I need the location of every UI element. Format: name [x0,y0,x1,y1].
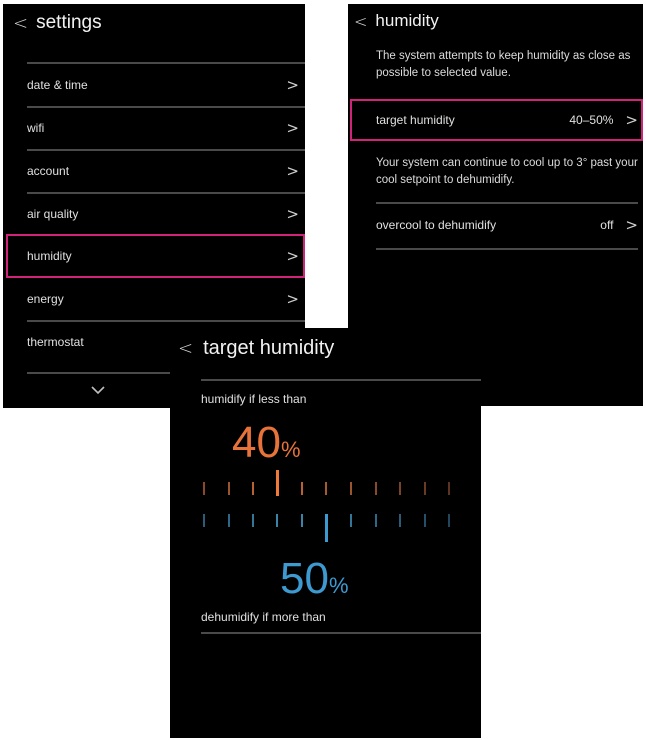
divider [201,632,481,634]
divider [27,320,305,322]
item-label: air quality [27,207,79,221]
overcool-row[interactable]: overcool to dehumidify off > [376,207,638,243]
humidify-tick [203,482,205,495]
row-label: target humidity [376,113,455,127]
dehumidify-value: 50 [280,554,329,603]
dehumidify-label: dehumidify if more than [201,610,326,624]
humidify-tick [448,482,450,495]
dehumidify-tick [375,514,377,527]
back-chevron-icon[interactable]: < [354,12,367,31]
humidify-tick [252,482,254,495]
target-header: < target humidity [178,333,334,363]
percent-sign: % [328,573,349,598]
humidify-tick [325,482,327,495]
item-label: wifi [27,121,45,135]
page-title: settings [36,12,102,33]
row-value-group: off > [600,216,638,234]
chevron-right-icon: > [625,216,638,234]
dehumidify-tick [301,514,303,527]
settings-item-air-quality[interactable]: air quality > [27,195,299,233]
settings-header: < settings [13,10,102,36]
humidify-selected-tick[interactable] [276,470,279,496]
percent-sign: % [280,437,301,462]
settings-item-humidity[interactable]: humidity > [27,237,299,275]
humidify-tick [424,482,426,495]
dehumidify-setpoint[interactable]: 50% [280,554,349,604]
settings-item-date-time[interactable]: date & time > [27,66,299,104]
chevron-right-icon: > [286,290,299,308]
item-label: thermostat [27,335,84,349]
divider [376,202,638,204]
settings-item-wifi[interactable]: wifi > [27,109,299,147]
page-title: target humidity [203,336,335,359]
target-humidity-value: 40–50% [569,113,614,127]
page-title: humidity [375,11,439,30]
chevron-down-icon[interactable] [91,386,105,395]
chevron-right-icon: > [286,162,299,180]
chevron-right-icon: > [625,111,638,129]
dehumidify-tick [448,514,450,527]
item-label: humidity [27,249,72,263]
dehumidify-tick [252,514,254,527]
dehumidify-tick [203,514,205,527]
dehumidify-slider[interactable] [170,508,481,552]
chevron-right-icon: > [286,247,299,265]
back-chevron-icon[interactable]: < [13,13,28,34]
divider [27,62,305,64]
humidify-value: 40 [232,418,281,467]
dehumidify-tick [228,514,230,527]
item-label: account [27,164,70,178]
divider [27,106,305,108]
overcool-value: off [600,218,614,232]
settings-item-account[interactable]: account > [27,152,299,190]
chevron-right-icon: > [286,205,299,223]
dehumidify-tick [276,514,278,527]
humidify-setpoint[interactable]: 40% [232,418,301,468]
humidify-label: humidify if less than [201,392,307,406]
divider [27,192,305,194]
humidify-tick [301,482,303,495]
humidity-description: The system attempts to keep humidity as … [376,50,631,79]
overcool-note: Your system can continue to cool up to 3… [376,157,638,186]
humidity-header: < humidity [354,8,439,34]
dehumidify-tick [350,514,352,527]
humidify-tick [375,482,377,495]
settings-item-energy[interactable]: energy > [27,280,299,318]
item-label: date & time [27,78,88,92]
row-label: overcool to dehumidify [376,218,497,232]
humidify-slider[interactable] [170,468,481,508]
humidify-tick [228,482,230,495]
dehumidify-tick [424,514,426,527]
back-chevron-icon[interactable]: < [178,338,193,359]
target-humidity-row[interactable]: target humidity 40–50% > [376,102,638,138]
chevron-right-icon: > [286,119,299,137]
row-value-group: 40–50% > [569,111,638,129]
divider [27,149,305,151]
divider [376,248,638,250]
chevron-right-icon: > [286,76,299,94]
dehumidify-tick [399,514,401,527]
divider [201,379,481,381]
humidify-tick [399,482,401,495]
item-label: energy [27,292,64,306]
humidify-tick [350,482,352,495]
target-humidity-screen: < target humidity humidify if less than … [170,328,481,738]
dehumidify-selected-tick[interactable] [325,514,328,542]
